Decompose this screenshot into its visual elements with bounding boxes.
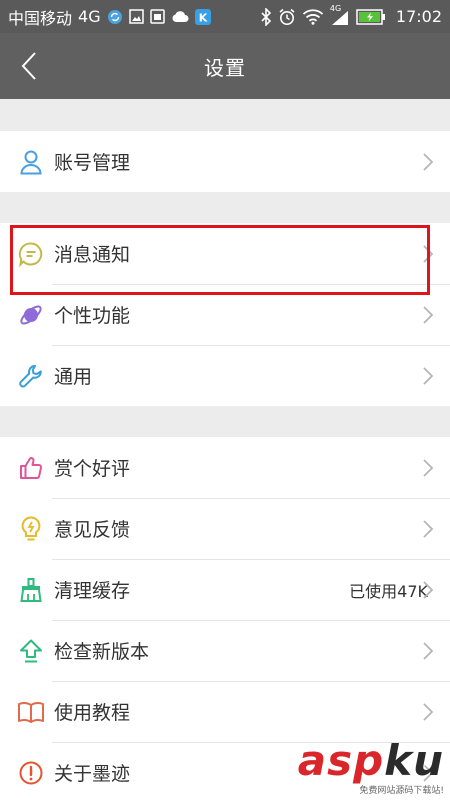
- chevron-right-icon: [422, 580, 434, 600]
- settings-group-main: 消息通知 个性功能 通用: [0, 223, 450, 406]
- book-icon: [16, 697, 46, 727]
- settings-item-check-update[interactable]: 检查新版本: [0, 620, 450, 681]
- settings-item-about[interactable]: 关于墨迹: [0, 742, 450, 803]
- settings-item-label: 消息通知: [54, 244, 131, 266]
- settings-item-feedback[interactable]: 意见反馈: [0, 498, 450, 559]
- settings-item-label: 通用: [54, 366, 93, 388]
- settings-item-notifications[interactable]: 消息通知: [0, 223, 450, 284]
- settings-item-label: 账号管理: [54, 152, 131, 174]
- app-bar: 设置: [0, 33, 450, 99]
- settings-item-personalization[interactable]: 个性功能: [0, 284, 450, 345]
- status-bar: 中国移动 4G K 4G 17:02: [0, 0, 450, 33]
- settings-item-label: 使用教程: [54, 702, 131, 724]
- broom-icon: [16, 575, 46, 605]
- image-icon: [128, 9, 144, 24]
- carrier-name: 中国移动: [8, 8, 73, 28]
- settings-item-label: 清理缓存: [54, 580, 131, 602]
- sync-icon: [107, 9, 123, 25]
- settings-item-label: 关于墨迹: [54, 763, 131, 785]
- chevron-right-icon: [422, 458, 434, 478]
- cloud-icon: [171, 10, 189, 23]
- planet-icon: [16, 300, 46, 330]
- settings-item-label: 赏个好评: [54, 458, 131, 480]
- app-k-badge: K: [198, 11, 207, 24]
- back-arrow-icon: [21, 52, 36, 80]
- bluetooth-icon: [260, 7, 272, 26]
- chevron-right-icon: [422, 305, 434, 325]
- thumbs-up-icon: [16, 453, 46, 483]
- app-k-icon: K: [194, 8, 211, 25]
- chevron-right-icon: [422, 763, 434, 783]
- person-icon: [16, 147, 46, 177]
- battery-charging-icon: [356, 8, 386, 25]
- chevron-right-icon: [422, 366, 434, 386]
- settings-group-about: 赏个好评 意见反馈 清理缓存 已使用47K 检查新版本 使用教程 关于墨迹: [0, 437, 450, 803]
- wrench-icon: [16, 361, 46, 391]
- settings-item-label: 个性功能: [54, 305, 131, 327]
- back-button[interactable]: [14, 46, 44, 86]
- chevron-right-icon: [422, 702, 434, 722]
- settings-item-label: 检查新版本: [54, 641, 150, 663]
- chevron-right-icon: [422, 152, 434, 172]
- alarm-icon: [278, 8, 296, 26]
- page-title: 设置: [204, 55, 246, 80]
- cache-size-value: 已使用47K: [349, 581, 428, 601]
- message-bubble-icon: [16, 239, 46, 269]
- settings-item-account[interactable]: 账号管理: [0, 131, 450, 192]
- lightbulb-icon: [16, 514, 46, 544]
- settings-item-tutorial[interactable]: 使用教程: [0, 681, 450, 742]
- settings-group-account: 账号管理: [0, 131, 450, 192]
- wifi-icon: [302, 8, 324, 25]
- settings-item-rate[interactable]: 赏个好评: [0, 437, 450, 498]
- cellular-signal-icon: 4G: [330, 4, 350, 26]
- clock: 17:02: [395, 7, 442, 26]
- signal-type-label: 4G: [329, 3, 342, 13]
- network-type: 4G: [78, 7, 101, 26]
- settings-item-clear-cache[interactable]: 清理缓存 已使用47K: [0, 559, 450, 620]
- exclamation-circle-icon: [16, 758, 46, 788]
- chevron-right-icon: [422, 519, 434, 539]
- settings-item-label: 意见反馈: [54, 519, 131, 541]
- chevron-right-icon: [422, 244, 434, 264]
- chevron-right-icon: [422, 641, 434, 661]
- upload-arrow-icon: [16, 636, 46, 666]
- settings-item-general[interactable]: 通用: [0, 345, 450, 406]
- sim-icon: [149, 9, 165, 24]
